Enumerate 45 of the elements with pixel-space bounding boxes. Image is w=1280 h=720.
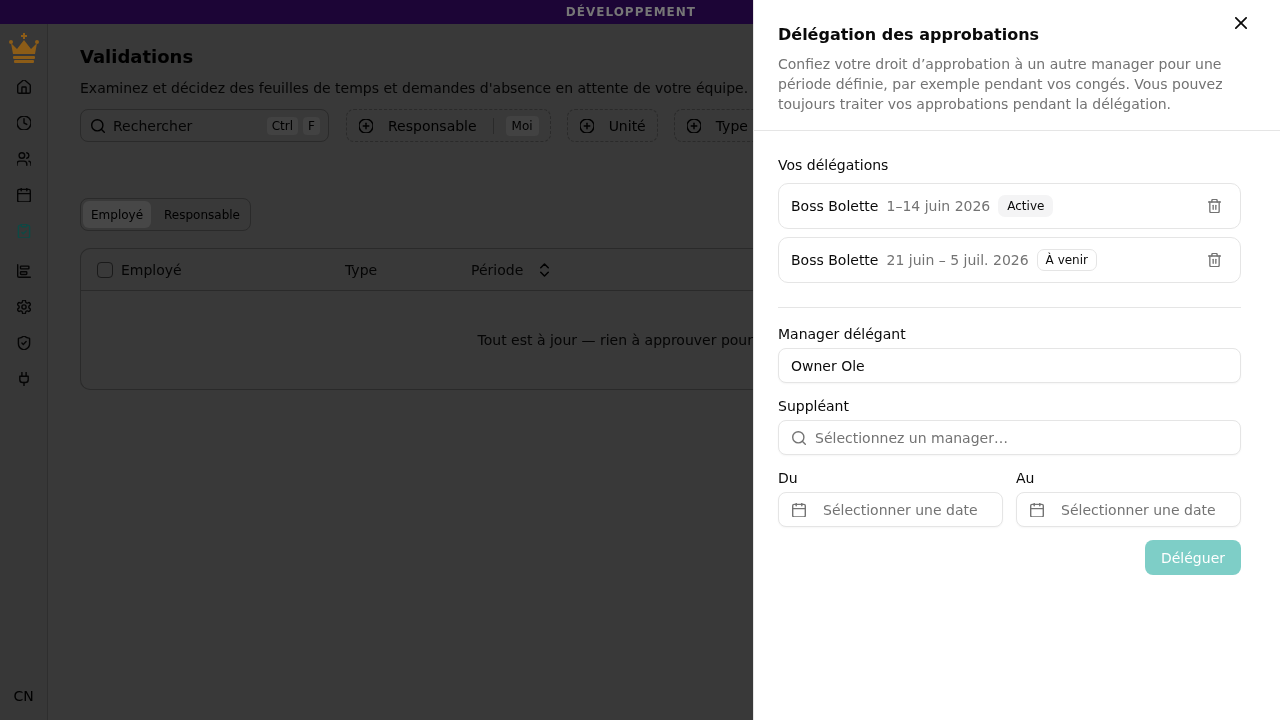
field-label: Au (1016, 469, 1036, 488)
clock-icon[interactable] (16, 116, 31, 130)
delegation-period: 1–14 juin 2026 (886, 197, 991, 216)
delegate-name: Boss Bolette (791, 197, 879, 216)
toggle-option[interactable]: Employé (83, 201, 152, 228)
people-icon[interactable] (16, 152, 31, 166)
toggle-option[interactable]: Responsable (156, 201, 248, 228)
date-picker-field[interactable]: Sélectionner une date (1016, 492, 1241, 527)
delegator-field[interactable]: Owner Ole (778, 348, 1241, 383)
clipboard-check-icon[interactable] (16, 224, 31, 238)
settings-icon[interactable] (16, 300, 31, 314)
sort-icon[interactable] (540, 262, 550, 277)
calendar-icon[interactable] (16, 188, 31, 202)
filter-chip[interactable]: Responsable Moi (346, 109, 551, 142)
environment-label: DÉVELOPPEMENT (565, 4, 696, 20)
sheet-description: Confiez votre droit d’approbation à un autre manager pour une période définie, par exemple pendant vos congés. Vous pouvez toujours traiter vos approbations pendant la délégation. (778, 55, 1224, 114)
page-title: Validations (80, 45, 195, 69)
calendar-icon (1030, 502, 1044, 517)
shortcut-key: Ctrl (266, 116, 299, 135)
select-all-checkbox[interactable] (97, 261, 113, 278)
calendar-icon (792, 502, 806, 517)
substitute-search-field[interactable]: Sélectionnez un manager… (778, 420, 1241, 455)
search-icon (91, 118, 105, 133)
home-icon[interactable] (16, 80, 31, 94)
field-label: Suppléant (778, 397, 850, 416)
shortcut-key: F (303, 116, 320, 135)
field-label: Du (778, 469, 799, 488)
filter-value: Moi (505, 115, 539, 136)
trash-icon[interactable] (1207, 253, 1221, 267)
trash-icon[interactable] (1207, 199, 1221, 213)
close-icon[interactable] (1235, 17, 1247, 29)
crown-icon (7, 33, 40, 63)
delegation-period: 21 juin – 5 juil. 2026 (886, 251, 1029, 270)
status-badge: À venir (1036, 249, 1097, 271)
date-picker-field[interactable]: Sélectionner une date (778, 492, 1003, 527)
section-heading: Vos délégations (778, 156, 890, 175)
bar-chart-icon[interactable] (16, 264, 31, 278)
delegate-name: Boss Bolette (791, 251, 879, 270)
shield-check-icon[interactable] (16, 336, 31, 350)
field-label: Manager délégant (778, 325, 907, 344)
search-icon (792, 430, 806, 445)
status-badge: Active (998, 195, 1054, 217)
sheet-title: Délégation des approbations (778, 24, 1041, 46)
filter-chip[interactable]: Unité (566, 109, 658, 142)
plug-icon[interactable] (16, 372, 31, 386)
